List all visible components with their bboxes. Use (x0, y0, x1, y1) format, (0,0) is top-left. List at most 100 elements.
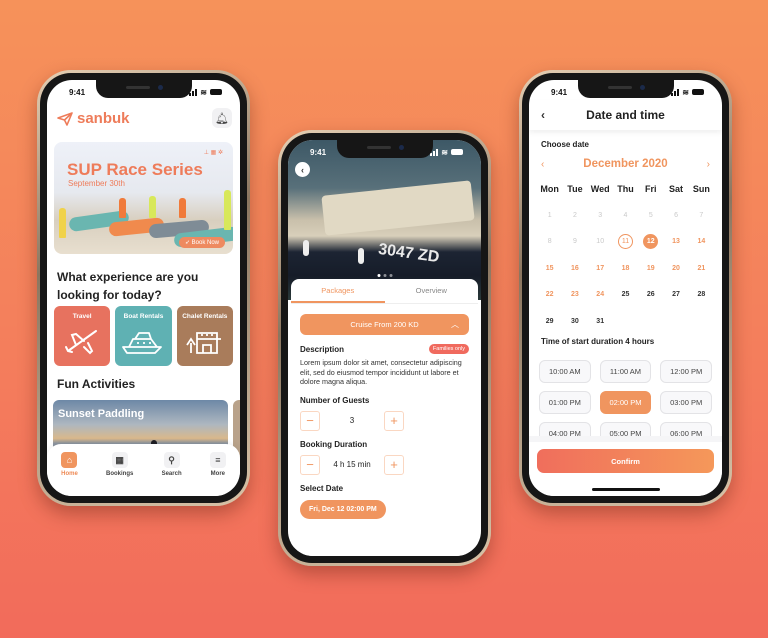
carousel-dots[interactable] (377, 274, 392, 277)
status-time: 9:41 (310, 147, 327, 157)
calendar-day[interactable]: 25 (613, 282, 638, 309)
confirm-button[interactable]: Confirm (537, 449, 714, 473)
next-month-button[interactable]: › (707, 159, 710, 170)
calendar-day[interactable]: 28 (689, 282, 714, 309)
boat-deck (321, 180, 475, 236)
airplane-icon (65, 330, 98, 355)
month-title: December 2020 (583, 158, 668, 170)
duration-decrement-button[interactable]: − (300, 454, 320, 475)
families-badge: Families only (428, 344, 469, 354)
tab-packages[interactable]: Packages (291, 279, 385, 303)
package-dropdown[interactable]: Cruise From 200 KD ︿ (300, 314, 469, 335)
calendar-day[interactable]: 13 (663, 229, 688, 256)
tab-home[interactable]: ⌂ Home (61, 452, 78, 496)
choose-date-label: Choose date (541, 140, 590, 149)
time-slot[interactable]: 01:00 PM (539, 391, 591, 414)
calendar-day[interactable]: 12 (638, 229, 663, 256)
calendar-day[interactable]: 18 (613, 255, 638, 282)
fender (303, 240, 309, 256)
banner-title: SUP Race Series (67, 160, 203, 179)
calendar-day[interactable]: 14 (689, 229, 714, 256)
calendar-day: 1 (547, 211, 552, 219)
promo-banner[interactable]: ⊥ ▦ ✲ SUP Race Series September 30th ➶ B… (54, 142, 233, 254)
weekday-header: Thu (617, 184, 634, 194)
calendar-day[interactable]: 11 (613, 229, 638, 256)
chevron-left-icon: ‹ (301, 164, 304, 175)
book-now-button[interactable]: ➶ Book Now (178, 237, 225, 248)
select-date-title: Select Date (300, 483, 344, 493)
notification-button[interactable]: 🔔︎ (212, 108, 232, 128)
calendar-day: 4 (623, 211, 628, 219)
screen-header: ‹ Date and time (529, 100, 722, 130)
time-slot[interactable]: 10:00 AM (539, 360, 591, 383)
person (149, 196, 156, 218)
time-slot[interactable]: 02:00 PM (599, 391, 652, 414)
weekday-header: Wed (590, 184, 610, 194)
search-icon: ⚲ (163, 452, 180, 468)
back-button[interactable]: ‹ (295, 162, 310, 177)
experience-question: What experience are you looking for toda… (57, 270, 199, 302)
fun-activities-title: Fun Activities (57, 377, 136, 391)
category-chalet-rentals[interactable]: Chalet Rentals (176, 306, 233, 366)
wifi-icon: ≋ (682, 87, 689, 97)
calendar-day: 7 (699, 211, 704, 219)
calendar-grid: Mon Tue Wed Thu Fri Sat Sun 1 2 3 4 5 6 7 8 9 10 11 12 13 14… (537, 184, 714, 335)
minus-icon: − (306, 457, 314, 472)
calendar-day[interactable]: 20 (663, 255, 688, 282)
datetime-screen: 9:41 ≋ ‹ Date and time Choose date ‹ Dec… (529, 80, 722, 496)
select-date-button[interactable]: Fri, Dec 12 02:00 PM (300, 499, 386, 519)
calendar-day: 8 (547, 238, 552, 246)
yacht-icon (122, 332, 163, 354)
calendar-day[interactable]: 17 (588, 255, 613, 282)
tab-search[interactable]: ⚲ Search (162, 452, 182, 496)
calendar-day[interactable]: 30 (562, 308, 587, 335)
time-slot[interactable]: 12:00 PM (660, 360, 712, 383)
month-selector: ‹ December 2020 › (541, 158, 710, 170)
calendar-day[interactable]: 15 (537, 255, 562, 282)
tab-bookings[interactable]: ▦ Bookings (106, 452, 133, 496)
prev-month-button[interactable]: ‹ (541, 159, 544, 170)
home-indicator (591, 488, 660, 491)
bell-icon: 🔔︎ (215, 112, 229, 125)
menu-icon: ≡ (209, 452, 226, 468)
time-label: Time of start duration 4 hours (541, 337, 655, 346)
detail-tabs: Packages Overview (291, 279, 478, 304)
time-slot[interactable]: 11:00 AM (599, 360, 652, 383)
tab-overview[interactable]: Overview (385, 279, 479, 303)
calendar-day: 5 (648, 211, 653, 219)
plus-icon: + (390, 457, 398, 472)
brand-logo: sanbuk (57, 110, 130, 127)
minus-icon: − (306, 413, 314, 428)
duration-increment-button[interactable]: + (384, 454, 404, 475)
phone-detail: 3047 ZD 9:41 ≋ ‹ Packages Overview Cruis… (278, 130, 491, 566)
calendar-day[interactable]: 16 (562, 255, 587, 282)
guests-increment-button[interactable]: + (384, 410, 404, 431)
category-boat-rentals[interactable]: Boat Rentals (115, 306, 172, 366)
back-button[interactable]: ‹ (541, 108, 545, 122)
chalet-icon (186, 332, 221, 354)
calendar-day[interactable]: 27 (663, 282, 688, 309)
calendar-day[interactable]: 29 (537, 308, 562, 335)
calendar-day[interactable]: 31 (588, 308, 613, 335)
calendar-day[interactable]: 21 (689, 255, 714, 282)
guests-decrement-button[interactable]: − (300, 410, 320, 431)
duration-title: Booking Duration (300, 439, 368, 449)
weekday-header: Fri (645, 184, 657, 194)
calendar-day[interactable]: 22 (537, 282, 562, 309)
chevron-up-icon: ︿ (451, 320, 459, 329)
tab-more[interactable]: ≡ More (209, 452, 226, 496)
time-slot-grid: 10:00 AM 11:00 AM 12:00 PM 01:00 PM 02:00 PM… (539, 360, 712, 445)
calendar-day[interactable]: 23 (562, 282, 587, 309)
footer: Confirm (529, 436, 722, 496)
category-travel[interactable]: Travel (54, 306, 111, 366)
weekday-header: Sat (669, 184, 684, 194)
calendar-day[interactable]: 24 (588, 282, 613, 309)
person (224, 190, 231, 230)
guests-stepper: − 3 + (300, 410, 469, 431)
time-slot[interactable]: 03:00 PM (660, 391, 712, 414)
wifi-icon: ≋ (200, 87, 207, 97)
detail-sheet: Packages Overview Cruise From 200 KD ︿ De… (291, 279, 478, 556)
calendar-day[interactable]: 19 (638, 255, 663, 282)
calendar-day[interactable]: 26 (638, 282, 663, 309)
calendar-icon: ▦ (111, 452, 128, 468)
